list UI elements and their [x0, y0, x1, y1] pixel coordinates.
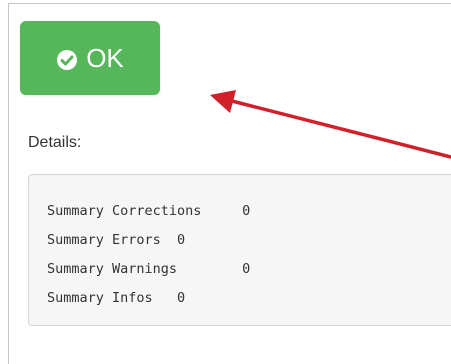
ok-button[interactable]: OK: [20, 21, 160, 95]
details-label: Details:: [28, 134, 82, 151]
summary-line-infos: Summary Infos 0: [47, 290, 186, 306]
summary-output: Summary Corrections 0 Summary Errors 0 Sum…: [28, 174, 451, 326]
summary-line-warnings: Summary Warnings 0: [47, 261, 251, 277]
summary-line-errors: Summary Errors 0: [47, 232, 186, 248]
ok-button-label: OK: [86, 42, 124, 73]
summary-text: Summary Corrections 0 Summary Errors 0 Sum…: [47, 197, 250, 313]
check-circle-icon: [56, 47, 78, 70]
summary-line-corrections: Summary Corrections 0: [47, 203, 251, 219]
